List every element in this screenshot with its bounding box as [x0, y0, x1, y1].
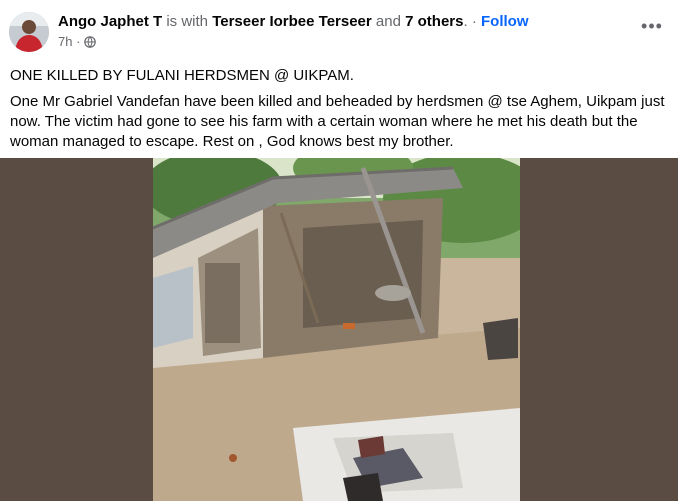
- globe-icon: [84, 36, 97, 48]
- post-title: ONE KILLED BY FULANI HERDSMEN @ UIKPAM.: [10, 67, 354, 84]
- tagged-person[interactable]: Terseer Iorbee Terseer: [212, 13, 372, 30]
- separator-dot: . ·: [463, 13, 477, 30]
- others-link[interactable]: 7 others: [405, 13, 463, 30]
- post-body: One Mr Gabriel Vandefan have been killed…: [10, 93, 665, 150]
- with-text: is with: [166, 13, 209, 30]
- avatar-photo: [9, 12, 49, 52]
- more-options-icon[interactable]: •••: [640, 14, 664, 38]
- author-avatar[interactable]: [9, 12, 49, 52]
- post-timestamp[interactable]: 7h ·: [58, 34, 80, 50]
- post-photo[interactable]: [153, 158, 520, 501]
- follow-button[interactable]: Follow: [481, 13, 529, 30]
- and-text: and: [375, 13, 401, 30]
- facebook-post: Ango Japhet T is with Terseer Iorbee Ter…: [0, 0, 678, 501]
- author-name[interactable]: Ango Japhet T: [58, 13, 162, 30]
- post-meta: 7h ·: [58, 34, 97, 50]
- post-header: Ango Japhet T is with Terseer Iorbee Ter…: [0, 0, 678, 58]
- post-attribution: Ango Japhet T is with Terseer Iorbee Ter…: [58, 13, 529, 31]
- photo-scene: [153, 158, 520, 501]
- post-media[interactable]: [0, 158, 678, 501]
- post-text: ONE KILLED BY FULANI HERDSMEN @ UIKPAM. …: [10, 66, 670, 152]
